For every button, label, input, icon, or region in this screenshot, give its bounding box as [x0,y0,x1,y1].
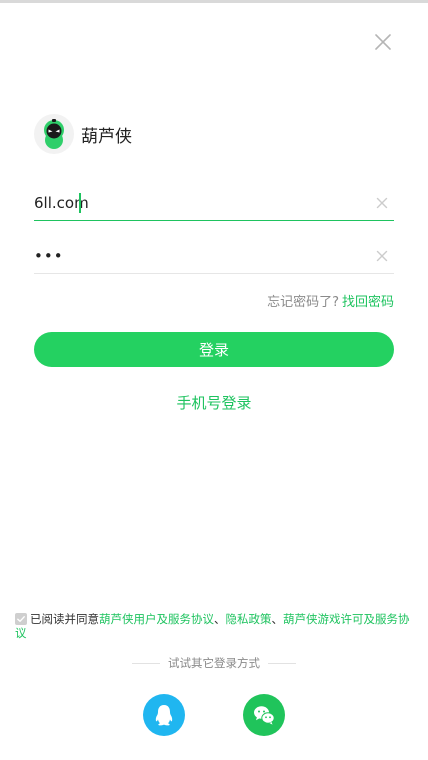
other-login-label: 试试其它登录方式 [168,656,260,670]
check-icon [17,616,25,622]
qq-icon [155,705,173,726]
agreement-row: 已阅读并同意葫芦侠用户及服务协议、隐私政策、葫芦侠游戏许可及服务协议 [15,612,410,640]
agreement-checkbox[interactable] [15,613,27,625]
app-name: 葫芦侠 [81,126,132,147]
user-service-agreement-link[interactable]: 葫芦侠用户及服务协议 [99,612,214,626]
brand-header: 葫芦侠 [34,113,132,155]
phone-login-link[interactable]: 手机号登录 [0,392,428,413]
wechat-icon [254,706,275,725]
login-button[interactable]: 登录 [34,332,394,367]
username-input[interactable] [34,193,373,212]
password-input[interactable] [34,246,373,265]
clear-icon [376,250,388,261]
clear-password-button[interactable] [373,247,391,265]
agreement-separator: 、 [271,612,284,626]
huluxia-logo-icon [34,114,74,154]
clear-icon [376,197,388,208]
status-bar-divider [0,0,428,3]
privacy-policy-link[interactable]: 隐私政策 [226,612,272,626]
wechat-login-button[interactable] [243,694,285,736]
divider-line [268,662,296,664]
forgot-password-row: 忘记密码了? 找回密码 [267,291,394,310]
agreement-prefix: 已阅读并同意 [30,612,99,626]
qq-login-button[interactable] [143,694,185,736]
recover-password-link[interactable]: 找回密码 [342,291,394,310]
username-field[interactable] [34,185,394,221]
close-button[interactable] [371,30,395,54]
divider-line [132,662,160,664]
agreement-separator: 、 [214,612,226,626]
other-login-divider: 试试其它登录方式 [0,655,428,671]
close-icon [375,34,391,50]
forgot-password-question: 忘记密码了? [267,295,339,310]
text-cursor [79,193,81,213]
password-field[interactable] [34,238,394,274]
clear-username-button[interactable] [373,194,391,212]
